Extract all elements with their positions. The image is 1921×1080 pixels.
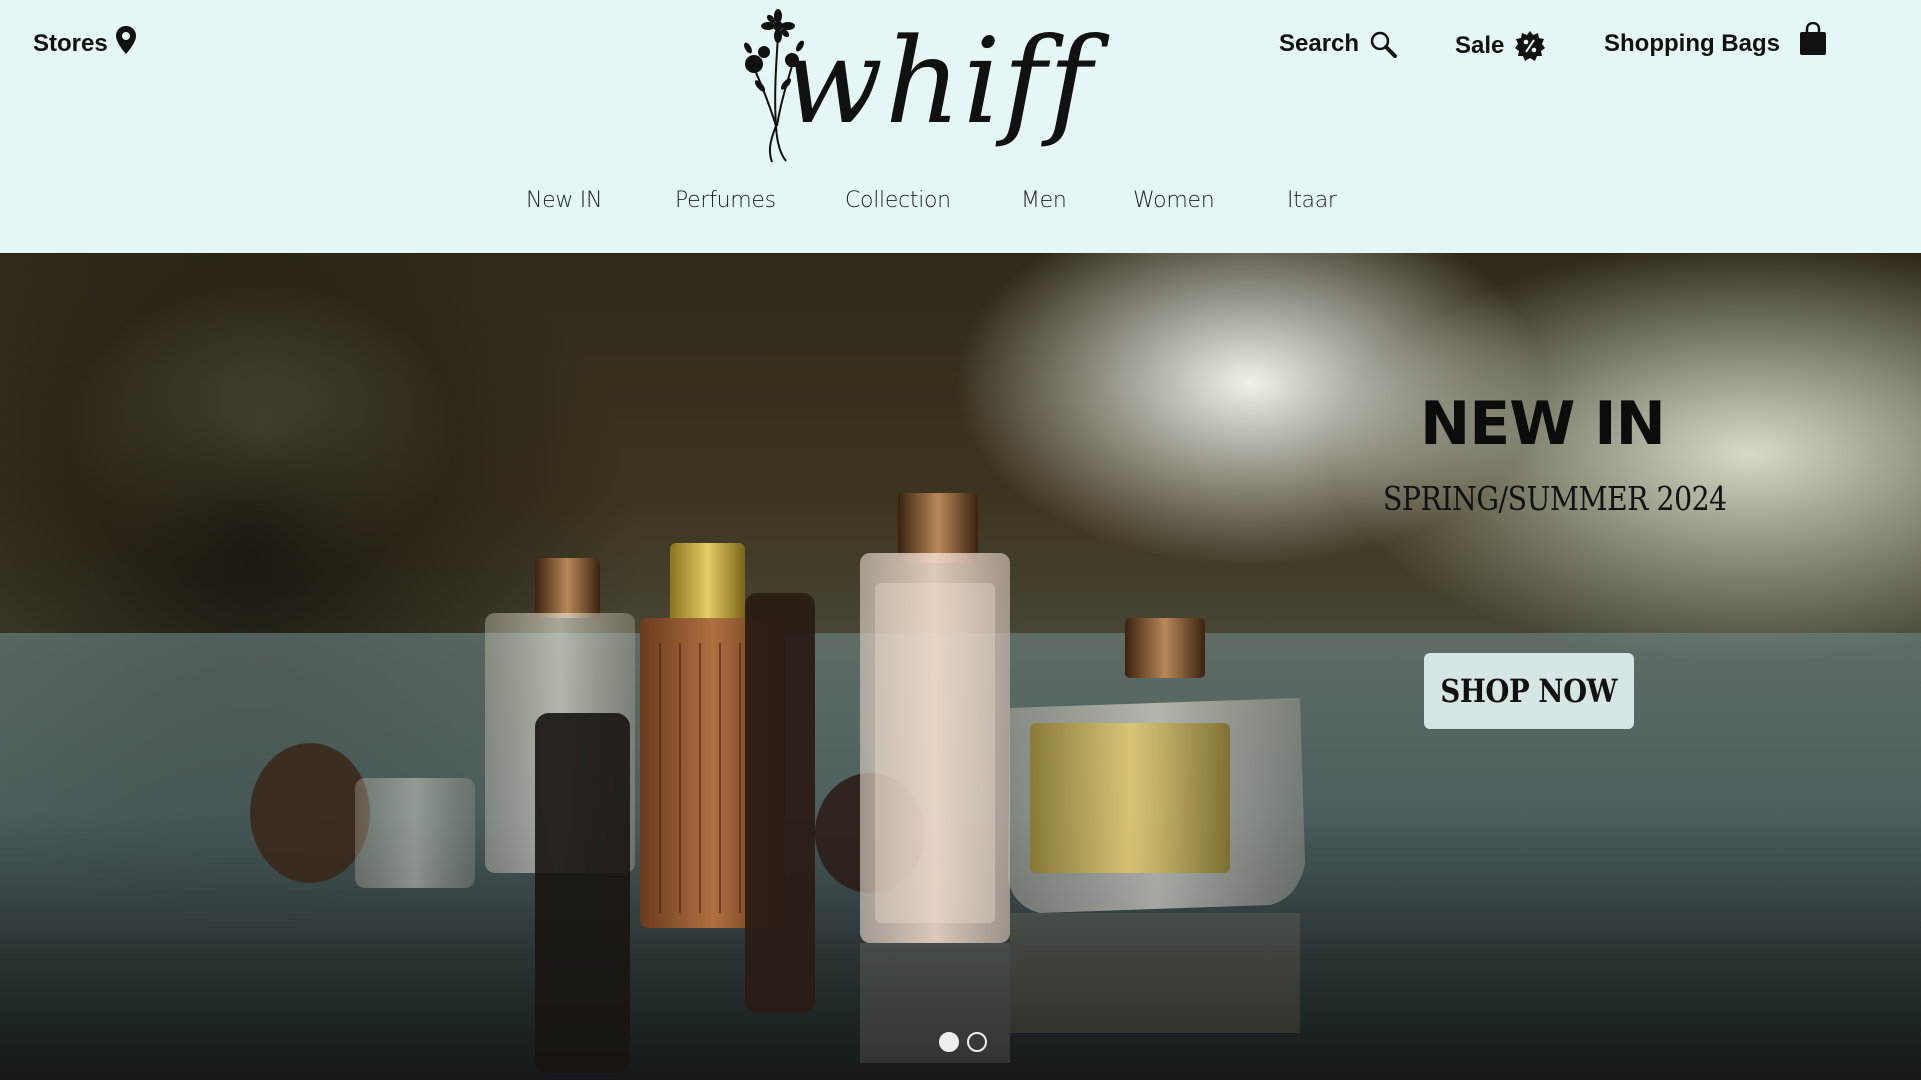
nav-item-new-in[interactable]: New IN [526,188,602,213]
carousel-dots [939,1032,987,1052]
shopping-bag-icon [1800,22,1826,55]
search-button[interactable]: Search [1279,30,1398,58]
hero-banner: NEW IN SPRING/SUMMER 2024 SHOP NOW [0,253,1921,1080]
sale-label: Sale [1455,32,1505,59]
site-header: Stores whiff Search Sale Shopping Bags N… [0,0,1921,253]
sale-badge-icon [1515,31,1546,61]
carousel-dot-1[interactable] [939,1032,959,1052]
nav-item-perfumes[interactable]: Perfumes [675,188,776,213]
sale-link[interactable]: Sale [1455,30,1546,62]
shopping-bags-link[interactable]: Shopping Bags [1604,22,1828,58]
carousel-dot-2[interactable] [967,1032,987,1052]
main-nav: New IN Perfumes Collection Men Women Ita… [0,188,1921,218]
hero-subtitle: SPRING/SUMMER 2024 [1383,479,1727,518]
shop-now-label: SHOP NOW [1440,672,1618,710]
nav-item-collection[interactable]: Collection [845,188,951,213]
hero-title: NEW IN [1420,389,1666,459]
stores-label: Stores [33,30,108,57]
nav-item-itaar[interactable]: Itaar [1287,188,1337,213]
nav-item-women[interactable]: Women [1133,188,1215,213]
shop-now-button[interactable]: SHOP NOW [1424,653,1634,729]
brand-logo[interactable]: whiff [740,6,1160,166]
logo-wordmark: whiff [782,12,1095,150]
search-label: Search [1279,30,1360,57]
nav-item-men[interactable]: Men [1021,188,1067,213]
map-pin-icon [115,26,136,54]
search-icon [1370,31,1398,58]
stores-link[interactable]: Stores [33,26,138,58]
shopping-bags-label: Shopping Bags [1604,30,1780,57]
